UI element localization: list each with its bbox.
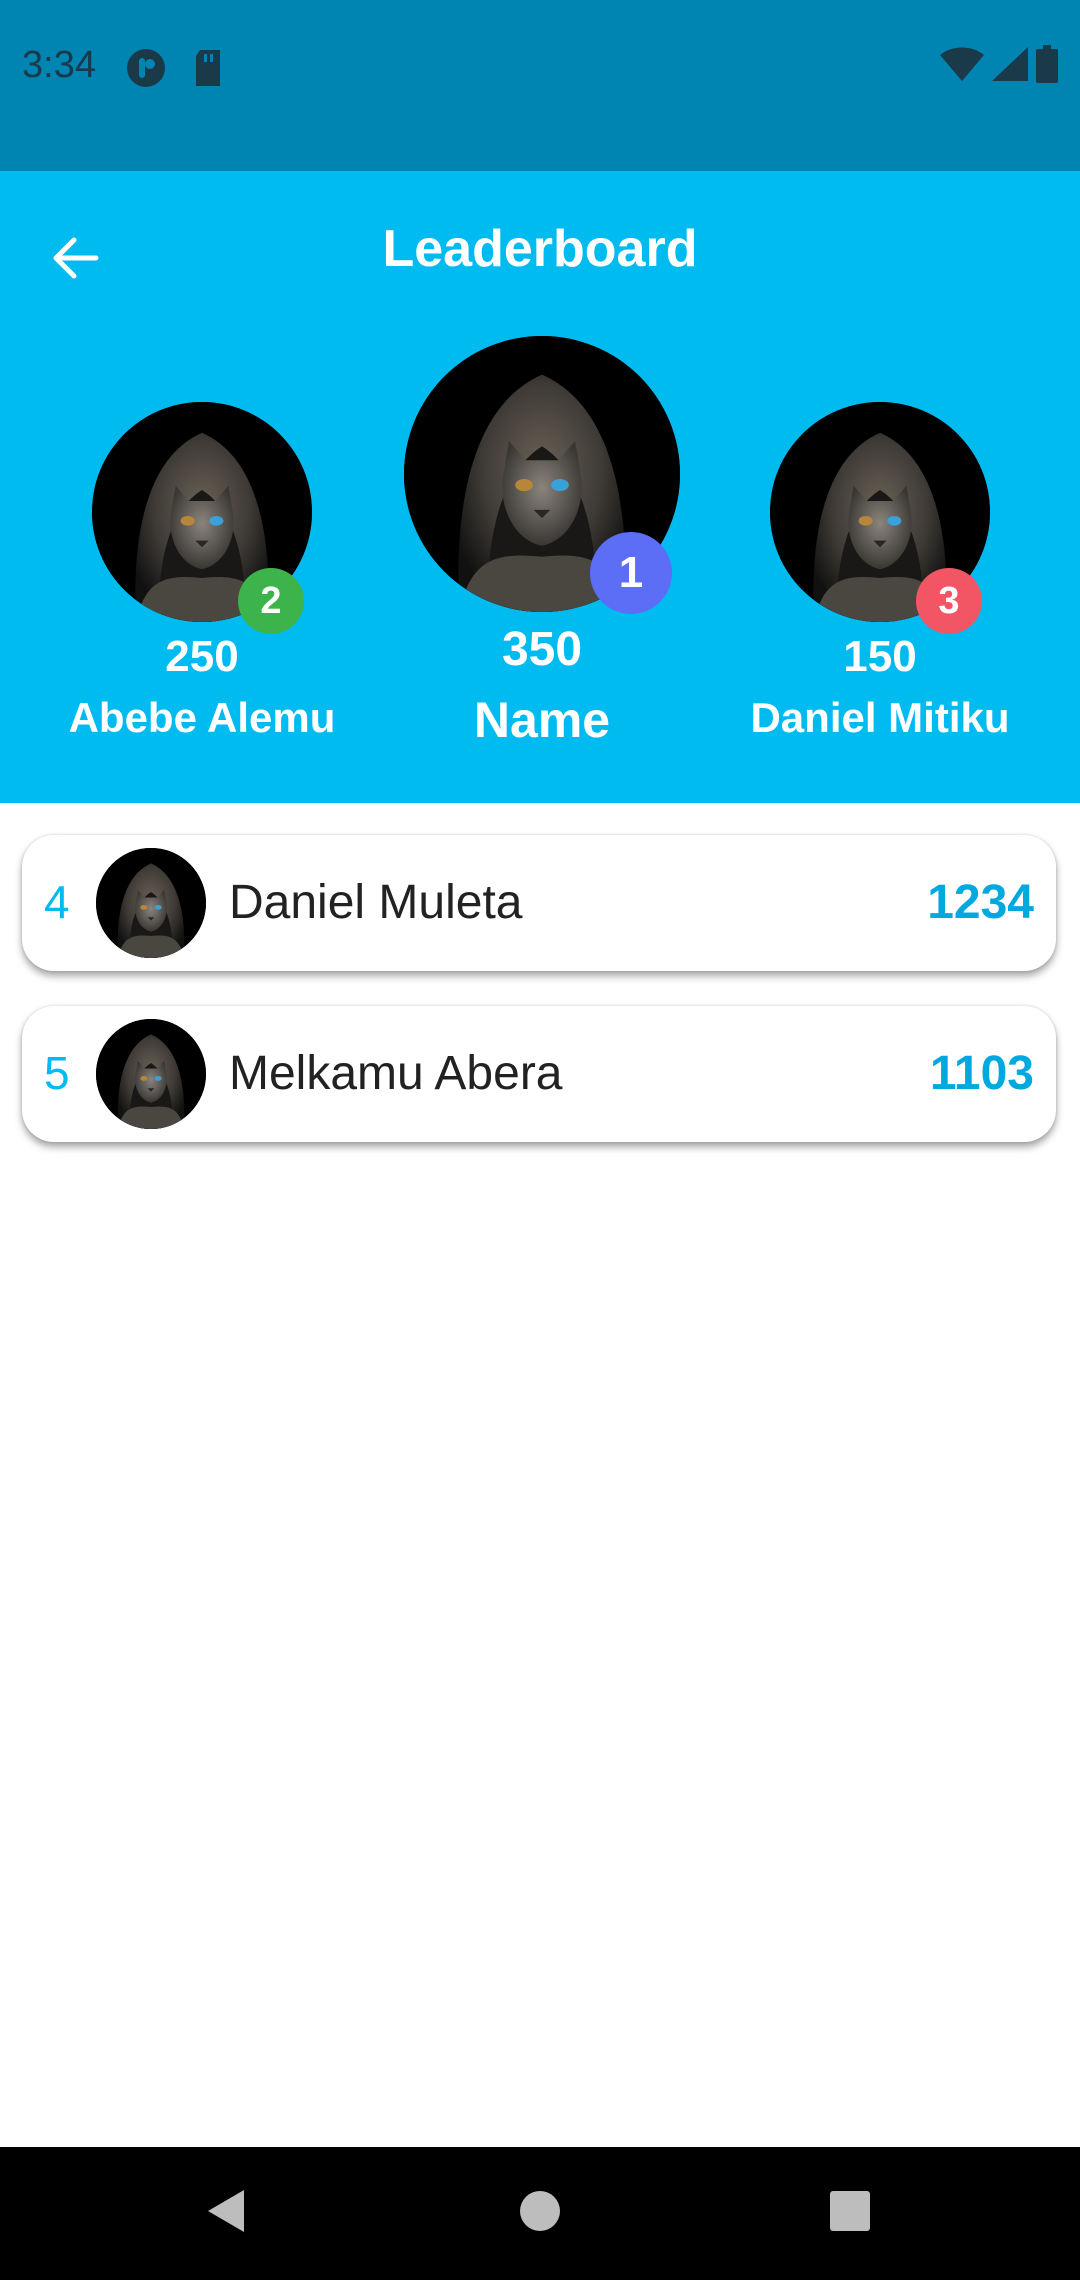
battery-icon	[1036, 44, 1058, 88]
list-score: 1103	[929, 1047, 1034, 1100]
list-item[interactable]: 4 Daniel Muleta 1234	[22, 835, 1056, 971]
square-recents-icon	[828, 2189, 872, 2238]
wifi-icon	[940, 47, 984, 86]
status-time: 3:34	[22, 44, 96, 86]
nav-recents-button[interactable]	[820, 2183, 880, 2243]
list-item[interactable]: 5 Melkamu Abera 1103	[22, 1006, 1056, 1142]
status-bar: 3:34	[0, 0, 1080, 171]
nav-back-button[interactable]	[196, 2183, 256, 2243]
triangle-back-icon	[204, 2186, 248, 2241]
podium-score: 350	[501, 623, 583, 676]
page-title: Leaderboard	[382, 220, 698, 278]
nav-home-button[interactable]	[510, 2183, 570, 2243]
rank-badge-2: 2	[238, 568, 304, 634]
avatar	[96, 1019, 206, 1129]
podium-score: 250	[165, 632, 239, 681]
list-name: Daniel Muleta	[229, 876, 523, 929]
podium-third[interactable]: 3 150 Daniel Mitiku	[730, 402, 1030, 742]
podium-name: Name	[473, 692, 611, 748]
avatar	[96, 848, 206, 958]
list-rank: 5	[44, 1047, 70, 1099]
cellular-signal-icon	[992, 46, 1028, 86]
rank-badge-3: 3	[916, 568, 982, 634]
sd-card-icon	[192, 48, 232, 88]
podium-name: Daniel Mitiku	[750, 694, 1010, 741]
app-notification-icon	[126, 48, 166, 88]
podium-first[interactable]: 1 350 Name	[392, 336, 692, 749]
podium-second[interactable]: 2 250 Abebe Alemu	[52, 402, 352, 742]
list-name: Melkamu Abera	[229, 1047, 563, 1100]
rank-badge-1: 1	[590, 532, 672, 614]
list-score: 1234	[927, 876, 1034, 929]
circle-home-icon	[518, 2189, 562, 2238]
podium-name: Abebe Alemu	[68, 694, 336, 741]
leaderboard-header: Leaderboard 2 250 Abebe Alemu 1 350 Name…	[0, 171, 1080, 803]
system-nav-bar	[0, 2147, 1080, 2280]
list-rank: 4	[44, 876, 70, 928]
status-icons-right	[940, 44, 1058, 88]
podium-score: 150	[843, 632, 917, 681]
